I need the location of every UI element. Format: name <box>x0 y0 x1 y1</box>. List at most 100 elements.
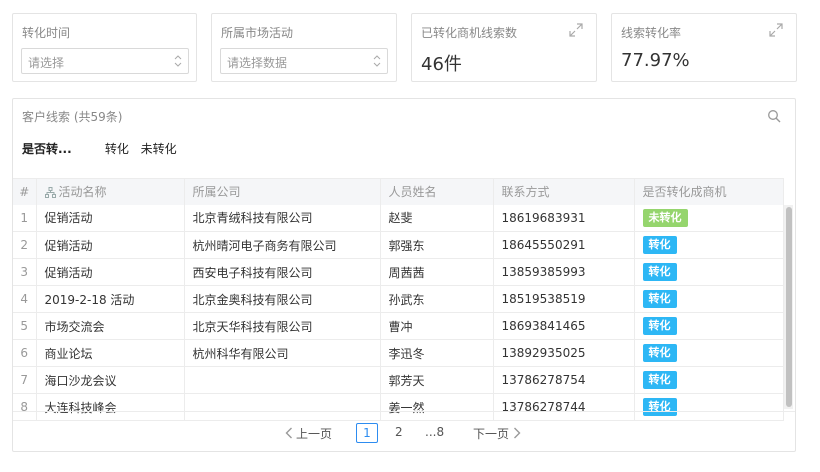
cell-converted: 转化 <box>634 258 784 286</box>
cell-contact: 13786278754 <box>493 366 635 394</box>
col-header-converted[interactable]: 是否转化成商机 <box>634 178 784 205</box>
next-page-label: 下一页 <box>473 427 510 441</box>
cell-person: 郭强东 <box>380 231 494 259</box>
cell-person: 李迅冬 <box>380 339 494 367</box>
pagination: 上一页 1 2 ...8 下一页 <box>13 423 795 445</box>
status-badge: 转化 <box>642 344 677 362</box>
metric-card-rate: 线索转化率 77.97% <box>611 13 797 82</box>
cell-activity: 海口沙龙会议 <box>36 366 185 394</box>
filter-option-not-converted[interactable]: 未转化 <box>141 142 177 156</box>
chevron-right-icon <box>513 427 521 442</box>
chevron-left-icon <box>285 427 293 442</box>
cell-contact: 18619683931 <box>493 204 635 232</box>
cell-contact: 13786278744 <box>493 393 635 421</box>
cell-person: 姜一然 <box>380 393 494 421</box>
cell-person: 孙武东 <box>380 285 494 313</box>
page-button-2[interactable]: 2 <box>395 425 403 439</box>
cell-activity: 2019-2-18 活动 <box>36 285 185 313</box>
table-row[interactable]: 7 海口沙龙会议 郭芳天 13786278754 转化 <box>13 366 784 394</box>
prev-page-label: 上一页 <box>296 427 333 441</box>
row-index: 6 <box>13 339 37 367</box>
cell-activity: 促销活动 <box>36 231 185 259</box>
cell-company: 北京天华科技有限公司 <box>184 312 381 340</box>
prev-page-button[interactable]: 上一页 <box>285 425 332 442</box>
time-select-placeholder: 请选择 <box>28 56 65 70</box>
cell-company: 杭州科华有限公司 <box>184 339 381 367</box>
cell-person: 周茜茜 <box>380 258 494 286</box>
row-index: 3 <box>13 258 37 286</box>
cell-converted: 转化 <box>634 285 784 313</box>
filter-card-activity: 所属市场活动 请选择数据 <box>211 13 397 82</box>
table-bottom-divider <box>13 411 795 412</box>
cell-contact: 18645550291 <box>493 231 635 259</box>
filter-option-converted[interactable]: 转化 <box>105 142 129 156</box>
expand-icon[interactable] <box>769 23 783 37</box>
cell-converted: 转化 <box>634 312 784 340</box>
filter-card-time: 转化时间 请选择 <box>12 13 197 82</box>
table-row[interactable]: 3 促销活动 西安电子科技有限公司 周茜茜 13859385993 转化 <box>13 258 784 286</box>
time-select[interactable]: 请选择 <box>21 48 189 74</box>
row-index: 5 <box>13 312 37 340</box>
table-header-row: # 活动名称 所属公司 人员姓名 联系方式 是否转化成商机 <box>13 178 784 205</box>
vertical-scrollbar-thumb[interactable] <box>786 207 792 407</box>
status-badge: 转化 <box>642 398 677 416</box>
status-badge: 转化 <box>642 317 677 335</box>
status-badge: 未转化 <box>642 208 688 227</box>
page-button-last[interactable]: ...8 <box>425 425 444 439</box>
row-index: 8 <box>13 393 37 421</box>
cell-contact: 13859385993 <box>493 258 635 286</box>
metric-value-converted: 46件 <box>421 54 462 75</box>
cell-contact: 18693841465 <box>493 312 635 340</box>
row-index: 4 <box>13 285 37 313</box>
hierarchy-icon <box>44 186 56 201</box>
cell-person: 郭芳天 <box>380 366 494 394</box>
metric-value-rate: 77.97% <box>621 50 690 71</box>
status-badge: 转化 <box>642 290 677 308</box>
cell-company <box>184 366 381 394</box>
cell-company: 杭州晴河电子商务有限公司 <box>184 231 381 259</box>
cell-company: 北京青绒科技有限公司 <box>184 204 381 232</box>
cell-converted: 转化 <box>634 393 784 421</box>
cell-contact: 13892935025 <box>493 339 635 367</box>
col-header-company[interactable]: 所属公司 <box>184 178 381 205</box>
cell-converted: 转化 <box>634 339 784 367</box>
row-index: 2 <box>13 231 37 259</box>
conversion-filter: 是否转... 转化 未转化 <box>22 140 185 157</box>
status-badge: 转化 <box>642 263 677 281</box>
panel-title: 客户线索 (共59条) <box>22 110 123 124</box>
status-badge: 转化 <box>642 236 677 254</box>
metric-card-converted: 已转化商机线索数 46件 <box>411 13 597 82</box>
activity-select[interactable]: 请选择数据 <box>220 48 388 74</box>
status-badge: 转化 <box>642 371 677 389</box>
cell-converted: 未转化 <box>634 204 784 232</box>
table-row[interactable]: 6 商业论坛 杭州科华有限公司 李迅冬 13892935025 转化 <box>13 339 784 367</box>
cell-converted: 转化 <box>634 231 784 259</box>
cell-activity: 促销活动 <box>36 204 185 232</box>
row-index: 1 <box>13 204 37 232</box>
conversion-filter-label: 是否转... <box>22 142 72 156</box>
expand-icon[interactable] <box>569 23 583 37</box>
table-row[interactable]: 2 促销活动 杭州晴河电子商务有限公司 郭强东 18645550291 转化 <box>13 231 784 259</box>
table-row[interactable]: 4 2019-2-18 活动 北京金奥科技有限公司 孙武东 18519538519 转化 <box>13 285 784 313</box>
page-button-current[interactable]: 1 <box>356 423 378 443</box>
select-arrows-icon <box>174 54 182 68</box>
cell-activity: 大连科技峰会 <box>36 393 185 421</box>
col-header-person[interactable]: 人员姓名 <box>380 178 494 205</box>
cell-activity: 促销活动 <box>36 258 185 286</box>
select-arrows-icon <box>373 54 381 68</box>
table-row[interactable]: 8 大连科技峰会 姜一然 13786278744 转化 <box>13 393 784 421</box>
filter-label-time: 转化时间 <box>22 26 71 40</box>
search-icon[interactable] <box>767 109 781 123</box>
leads-panel: 客户线索 (共59条) 是否转... 转化 未转化 # 活动名称 所属公司 人员… <box>12 98 796 452</box>
col-header-contact[interactable]: 联系方式 <box>493 178 635 205</box>
metric-label-rate: 线索转化率 <box>621 26 682 40</box>
table-row[interactable]: 5 市场交流会 北京天华科技有限公司 曹冲 18693841465 转化 <box>13 312 784 340</box>
next-page-button[interactable]: 下一页 <box>473 425 521 442</box>
cell-company <box>184 393 381 421</box>
leads-table: # 活动名称 所属公司 人员姓名 联系方式 是否转化成商机 1 促销活动 北京青绒科… <box>13 178 784 421</box>
cell-activity: 商业论坛 <box>36 339 185 367</box>
cell-company: 西安电子科技有限公司 <box>184 258 381 286</box>
col-header-activity[interactable]: 活动名称 <box>36 178 185 205</box>
table-row[interactable]: 1 促销活动 北京青绒科技有限公司 赵斐 18619683931 未转化 <box>13 204 784 232</box>
cell-converted: 转化 <box>634 366 784 394</box>
